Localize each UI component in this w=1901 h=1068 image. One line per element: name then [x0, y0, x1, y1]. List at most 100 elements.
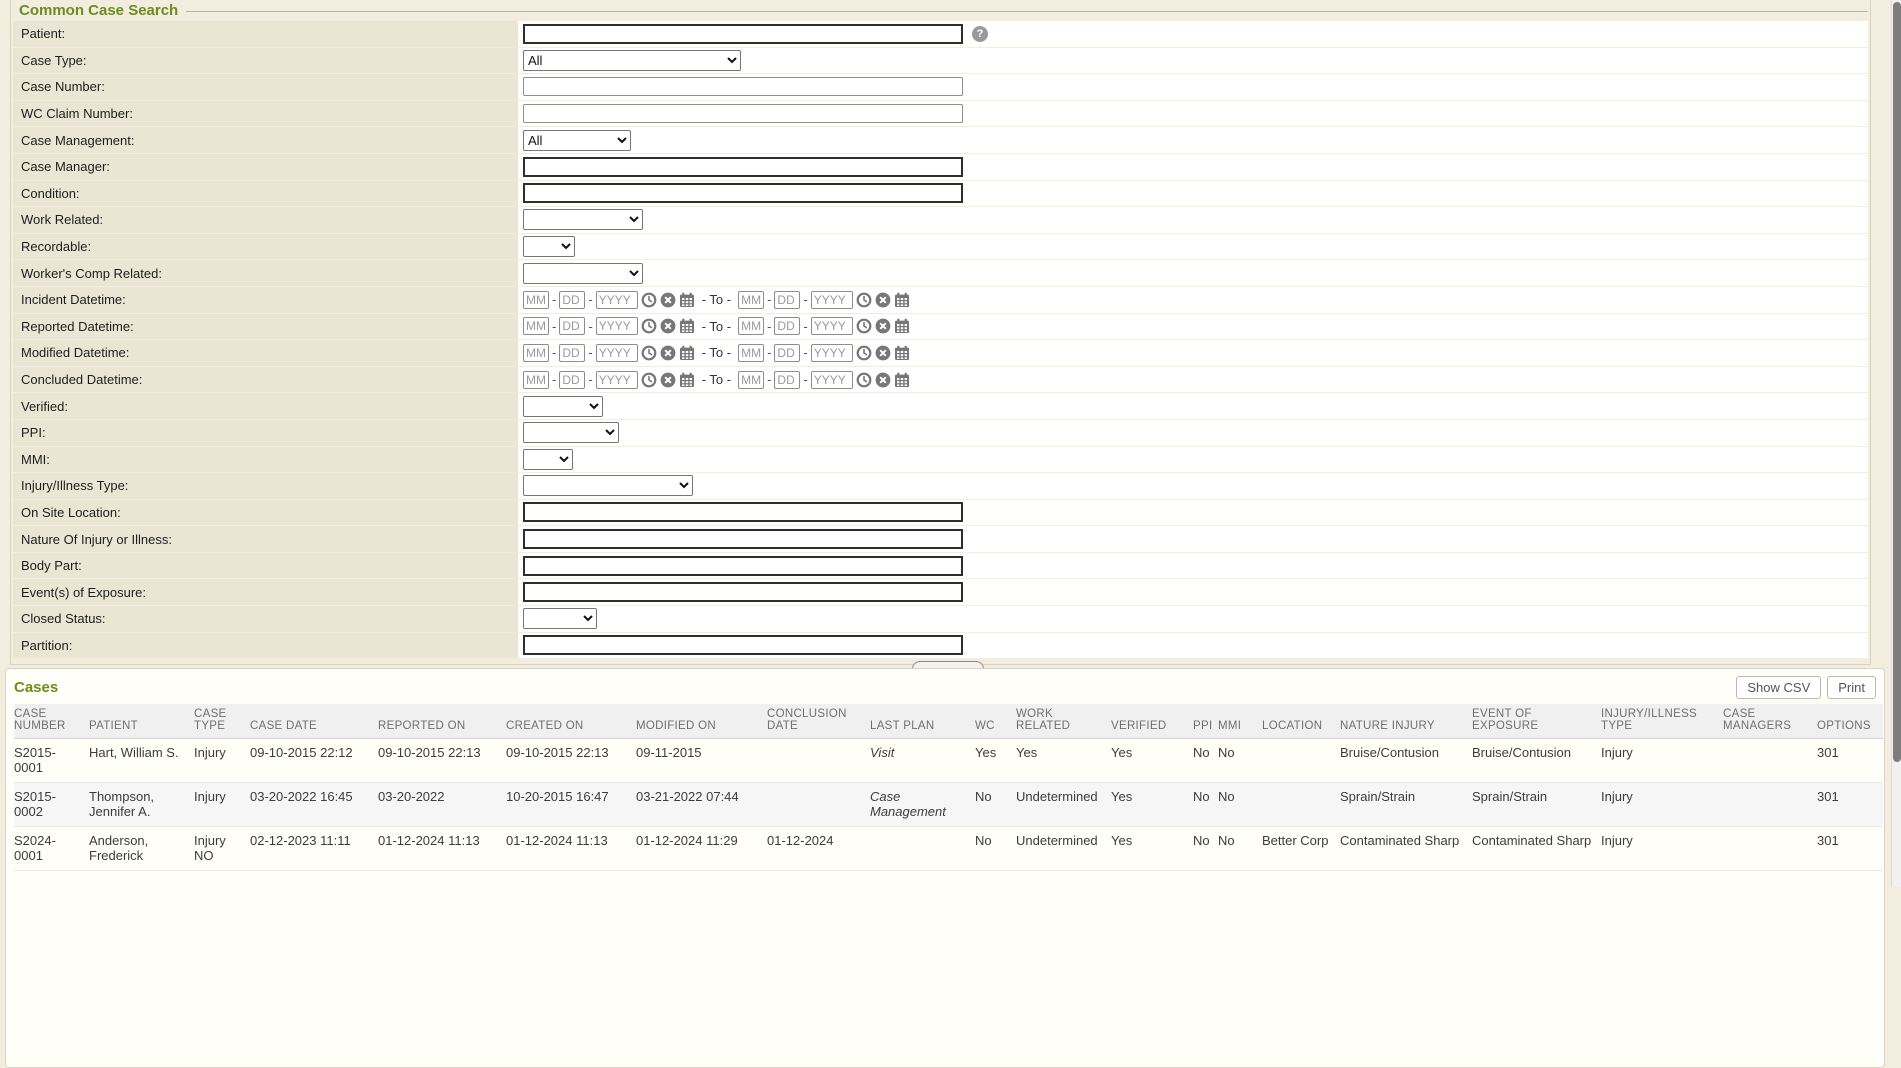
incident-from-dd-input[interactable]: [559, 291, 585, 309]
clock-icon[interactable]: [856, 345, 872, 361]
reported-to-mm-input[interactable]: [738, 317, 764, 335]
on-site-location-input[interactable]: [523, 502, 963, 522]
condition-input[interactable]: [523, 183, 963, 203]
incident-from-mm-input[interactable]: [523, 291, 549, 309]
cell-last-plan: Visit: [870, 739, 975, 783]
wc-claim-number-input[interactable]: [523, 104, 963, 123]
cell-created-on: 01-12-2024 11:13: [506, 827, 636, 871]
calendar-icon[interactable]: [894, 318, 910, 334]
cell-conclusion-date: [767, 739, 870, 783]
on-site-location-label: On Site Location:: [13, 500, 518, 526]
clock-icon[interactable]: [641, 292, 657, 308]
incident-to-yyyy-input[interactable]: [811, 291, 853, 309]
case-manager-input[interactable]: [523, 157, 963, 177]
wc-claim-number-label: WC Claim Number:: [13, 101, 518, 127]
body-part-input[interactable]: [523, 556, 963, 576]
cell-options-link[interactable]: 301: [1817, 827, 1883, 871]
workers-comp-related-select[interactable]: [523, 263, 643, 284]
calendar-icon[interactable]: [894, 292, 910, 308]
incident-to-dd-input[interactable]: [774, 291, 800, 309]
modified-from-dd-input[interactable]: [559, 344, 585, 362]
case-number-input[interactable]: [523, 77, 963, 96]
cell-options-link[interactable]: 301: [1817, 783, 1883, 827]
calendar-icon[interactable]: [679, 318, 695, 334]
cell-options-link[interactable]: 301: [1817, 739, 1883, 783]
clock-icon[interactable]: [641, 318, 657, 334]
case-type-select[interactable]: All: [523, 50, 741, 71]
mmi-select[interactable]: [523, 449, 573, 470]
cell-injury-illness-type: Injury: [1601, 783, 1723, 827]
clock-icon[interactable]: [641, 372, 657, 388]
clock-icon[interactable]: [856, 292, 872, 308]
modified-to-mm-input[interactable]: [738, 344, 764, 362]
clear-icon[interactable]: [875, 372, 891, 388]
calendar-icon[interactable]: [679, 345, 695, 361]
recordable-select[interactable]: [523, 236, 575, 257]
calendar-icon[interactable]: [894, 372, 910, 388]
clear-icon[interactable]: [660, 292, 676, 308]
clear-icon[interactable]: [875, 318, 891, 334]
work-related-select[interactable]: [523, 209, 643, 230]
show-csv-button[interactable]: Show CSV: [1736, 676, 1821, 699]
cell-work-related: Undetermined: [1016, 783, 1111, 827]
vertical-scrollbar[interactable]: [1891, 0, 1901, 887]
reported-from-yyyy-input[interactable]: [596, 317, 638, 335]
events-of-exposure-label: Event(s) of Exposure:: [13, 579, 518, 605]
clock-icon[interactable]: [856, 372, 872, 388]
incident-datetime-label: Incident Datetime:: [13, 287, 518, 313]
cell-case-type: Injury: [194, 739, 250, 783]
form-row-concluded-datetime: Concluded Datetime: - - - To - - -: [13, 367, 1868, 393]
modified-to-dd-input[interactable]: [774, 344, 800, 362]
concluded-to-mm-input[interactable]: [738, 371, 764, 389]
cell-case-type: Injury NO: [194, 827, 250, 871]
reported-to-dd-input[interactable]: [774, 317, 800, 335]
range-to-label: - To -: [698, 372, 735, 387]
reported-from-mm-input[interactable]: [523, 317, 549, 335]
concluded-from-mm-input[interactable]: [523, 371, 549, 389]
form-row-reported-datetime: Reported Datetime: - - - To - - -: [13, 314, 1868, 340]
cell-work-related: Undetermined: [1016, 827, 1111, 871]
condition-label: Condition:: [13, 181, 518, 207]
help-icon[interactable]: ?: [972, 26, 988, 42]
concluded-to-dd-input[interactable]: [774, 371, 800, 389]
concluded-to-yyyy-input[interactable]: [811, 371, 853, 389]
print-button[interactable]: Print: [1827, 676, 1876, 699]
clear-icon[interactable]: [660, 318, 676, 334]
reported-to-yyyy-input[interactable]: [811, 317, 853, 335]
clock-icon[interactable]: [856, 318, 872, 334]
closed-status-select[interactable]: [523, 608, 597, 629]
cell-patient: Hart, William S.: [89, 739, 194, 783]
scrollbar-thumb[interactable]: [1893, 2, 1901, 762]
clock-icon[interactable]: [641, 345, 657, 361]
clear-icon[interactable]: [660, 345, 676, 361]
nature-of-injury-input[interactable]: [523, 529, 963, 549]
partition-input[interactable]: [523, 635, 963, 655]
modified-from-yyyy-input[interactable]: [596, 344, 638, 362]
clear-icon[interactable]: [875, 292, 891, 308]
modified-from-mm-input[interactable]: [523, 344, 549, 362]
calendar-icon[interactable]: [679, 372, 695, 388]
case-manager-label: Case Manager:: [13, 154, 518, 180]
common-case-search-form: Common Case Search Patient: ? Case Type:…: [10, 0, 1871, 665]
form-row-modified-datetime: Modified Datetime: - - - To - - -: [13, 340, 1868, 366]
clear-icon[interactable]: [875, 345, 891, 361]
patient-input[interactable]: [523, 24, 963, 44]
form-row-case-number: Case Number:: [13, 74, 1868, 100]
modified-to-yyyy-input[interactable]: [811, 344, 853, 362]
calendar-icon[interactable]: [679, 292, 695, 308]
reported-from-dd-input[interactable]: [559, 317, 585, 335]
ppi-select[interactable]: [523, 422, 619, 443]
incident-to-mm-input[interactable]: [738, 291, 764, 309]
cell-case-number: S2015-0002: [14, 783, 89, 827]
clear-icon[interactable]: [660, 372, 676, 388]
events-of-exposure-input[interactable]: [523, 582, 963, 602]
incident-from-yyyy-input[interactable]: [596, 291, 638, 309]
concluded-from-dd-input[interactable]: [559, 371, 585, 389]
verified-select[interactable]: [523, 396, 603, 417]
date-dash: -: [803, 292, 807, 307]
modified-datetime-range: - - - To - - -: [523, 344, 910, 362]
calendar-icon[interactable]: [894, 345, 910, 361]
injury-illness-type-select[interactable]: [523, 475, 693, 496]
case-management-select[interactable]: All: [523, 130, 631, 151]
concluded-from-yyyy-input[interactable]: [596, 371, 638, 389]
